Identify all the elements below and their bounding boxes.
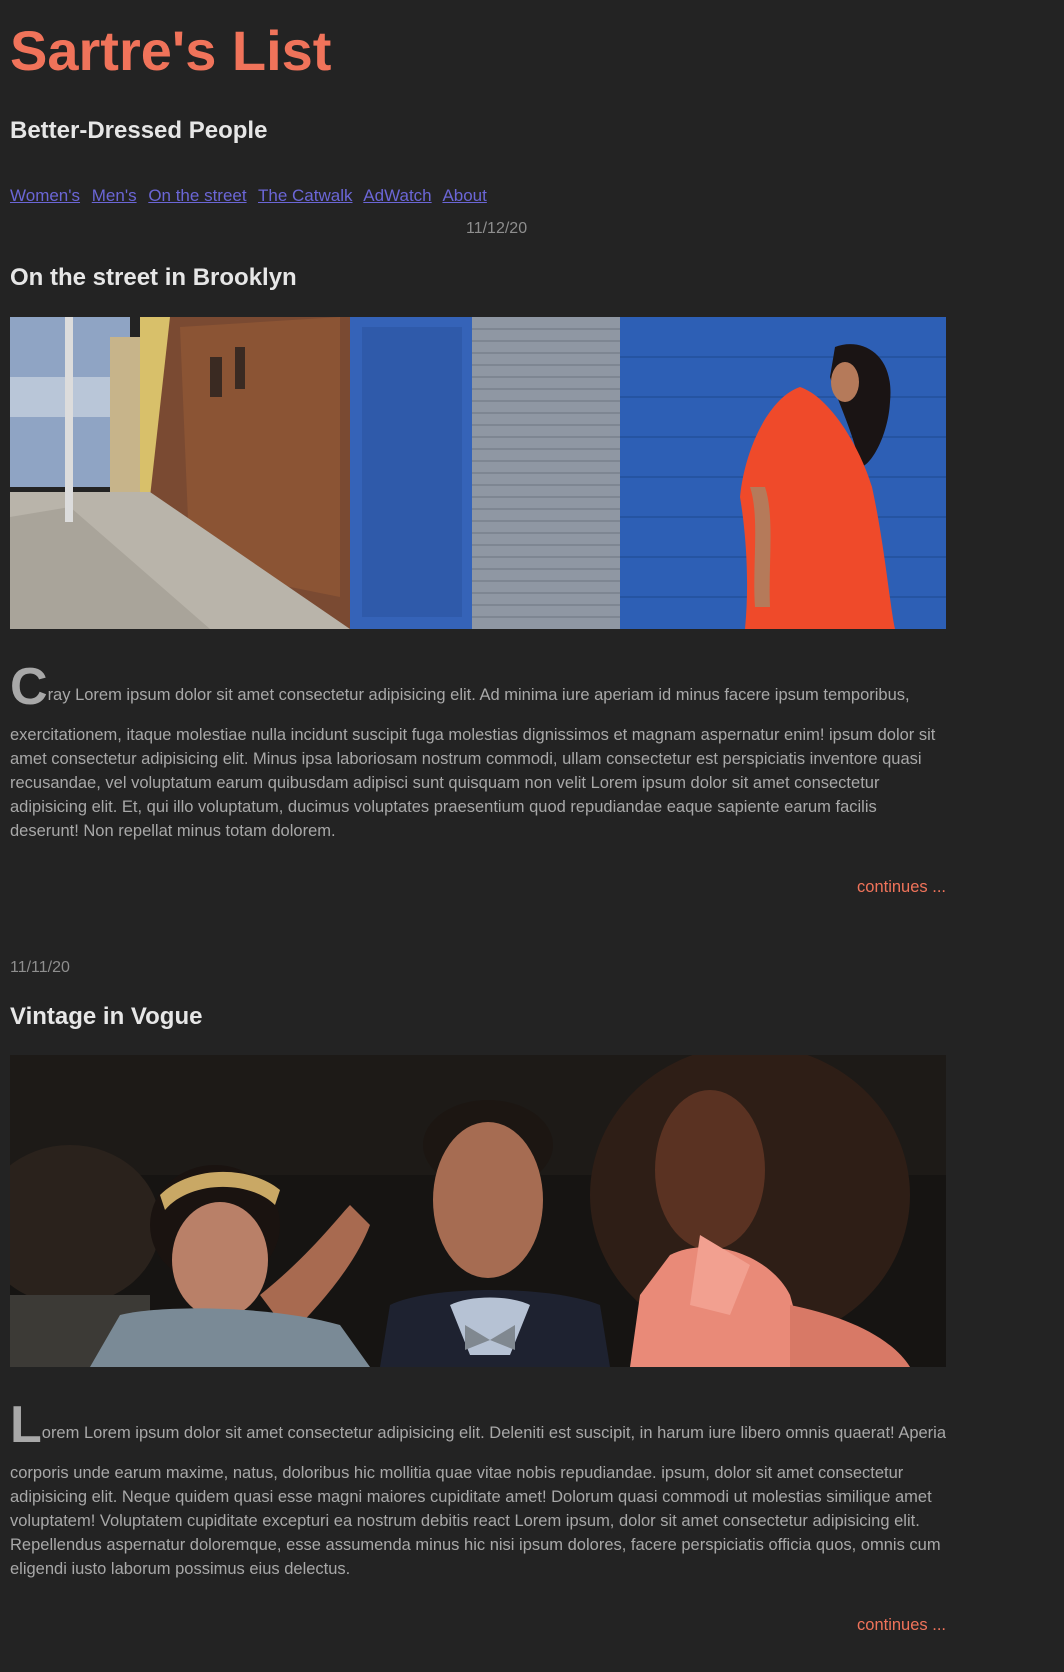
post-first-line: ray Lorem ipsum dolor sit amet consectet… [47, 686, 910, 704]
drop-cap: L [10, 1399, 42, 1451]
post-first-line: orem Lorem ipsum dolor sit amet consecte… [41, 1424, 946, 1442]
post-photo-brooklyn-street[interactable] [10, 317, 946, 629]
post-photo-vintage-in-vogue[interactable] [10, 1055, 946, 1367]
post-title: On the street in Brooklyn [10, 264, 297, 291]
post-lede: Lorem Lorem ipsum dolor sit amet consect… [10, 1399, 946, 1451]
site-title: Sartre's List [10, 19, 332, 82]
nav-link-on-the-street[interactable]: On the street [148, 186, 246, 205]
nav-link-about[interactable]: About [442, 186, 486, 205]
post-date: 11/11/20 [10, 959, 70, 976]
post-date: 11/12/20 [466, 220, 528, 237]
nav-link-mens[interactable]: Men's [92, 186, 137, 205]
nav-link-womens[interactable]: Women's [10, 186, 80, 205]
continues-link[interactable]: continues ... [857, 1614, 946, 1636]
drop-cap: C [10, 661, 48, 713]
brooklyn-street-image [10, 317, 946, 629]
nav-link-adwatch[interactable]: AdWatch [363, 186, 431, 205]
post-title: Vintage in Vogue [10, 1003, 203, 1030]
post-lede: Cray Lorem ipsum dolor sit amet consecte… [10, 661, 946, 713]
site-subtitle: Better-Dressed People [10, 117, 268, 144]
continues-link[interactable]: continues ... [857, 876, 946, 898]
post-body: corporis unde earum maxime, natus, dolor… [10, 1464, 941, 1578]
post-body: exercitationem, itaque molestiae nulla i… [10, 726, 936, 840]
nav-link-the-catwalk[interactable]: The Catwalk [258, 186, 352, 205]
main-nav: Women's Men's On the street The Catwalk … [10, 185, 494, 207]
vintage-in-vogue-image [10, 1055, 946, 1367]
